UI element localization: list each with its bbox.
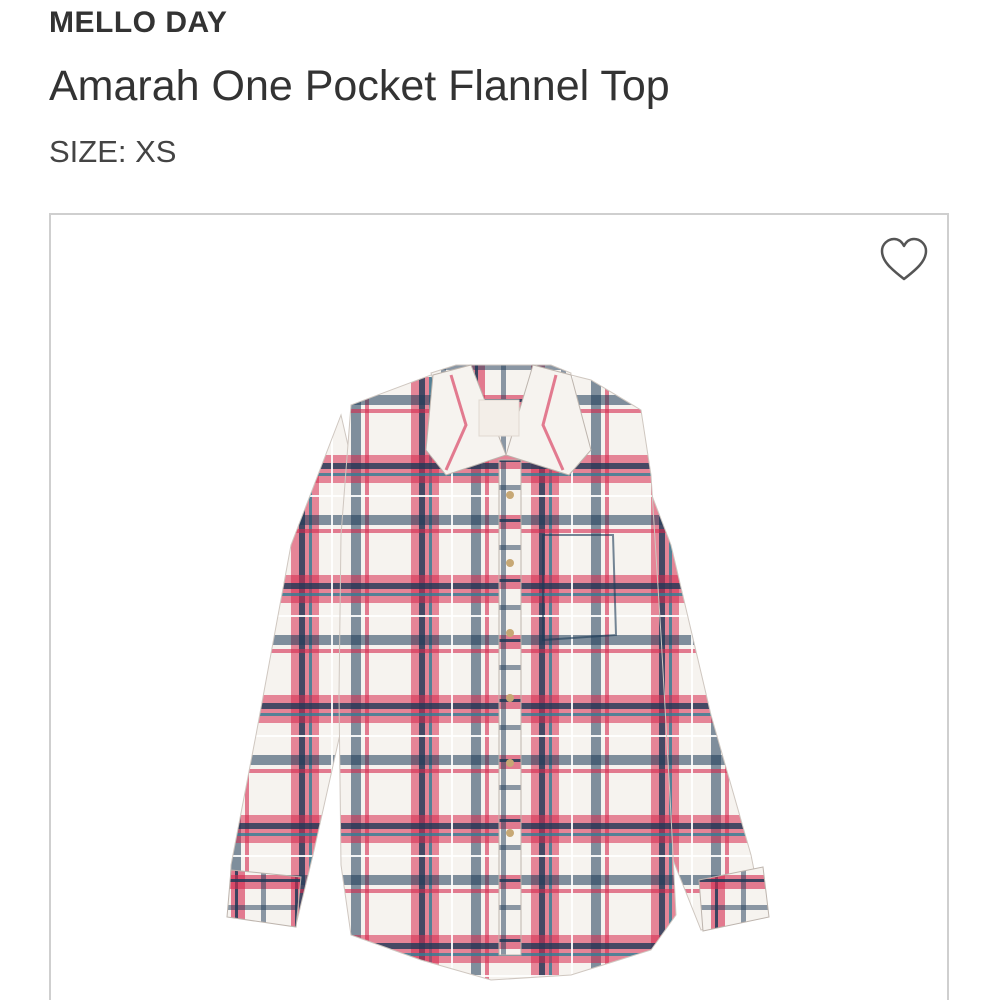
product-page: MELLO DAY Amarah One Pocket Flannel Top … [0,0,1000,1000]
product-image-card [49,213,949,1000]
product-title: Amarah One Pocket Flannel Top [49,62,670,110]
product-image[interactable] [51,215,947,1000]
size-label: SIZE: XS [49,134,177,169]
brand-name[interactable]: MELLO DAY [49,6,227,40]
